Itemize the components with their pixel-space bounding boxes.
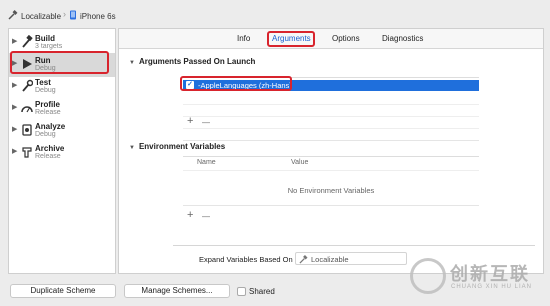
add-env-button[interactable]: + [187, 209, 193, 221]
arguments-list: ✓ -AppleLanguages (zh-Hans) [183, 77, 479, 141]
sidebar-item-sublabel: Release [35, 109, 61, 116]
list-row-divider [183, 104, 479, 105]
divider [173, 245, 535, 246]
argument-row[interactable]: ✓ -AppleLanguages (zh-Hans) [183, 80, 479, 91]
env-section-header[interactable]: ▼ Environment Variables [129, 142, 225, 151]
tab-arguments[interactable]: Arguments [272, 34, 311, 43]
breadcrumb-device-label: iPhone 6s [80, 11, 116, 21]
expand-variables-label: Expand Variables Based On [199, 255, 293, 264]
env-variables-table: Name Value No Environment Variables [183, 156, 479, 206]
sidebar-item-analyze[interactable]: ▶ Analyze Debug [9, 119, 115, 143]
add-argument-button[interactable]: + [187, 115, 193, 127]
remove-argument-button[interactable]: — [202, 118, 210, 127]
analyze-icon [21, 123, 33, 137]
breadcrumb-project-label: Localizable [21, 11, 62, 21]
disclosure-triangle-icon[interactable]: ▶ [12, 81, 17, 89]
argument-checkbox[interactable]: ✓ [186, 81, 194, 89]
sidebar-item-run[interactable]: ▶ Run Debug [9, 53, 115, 77]
sidebar-item-label: Analyze [35, 122, 66, 131]
sidebar-item-sublabel: 3 targets [35, 43, 63, 50]
scheme-editor-panel: Info Arguments Options Diagnostics ▼ Argu… [118, 28, 544, 274]
sidebar-item-profile[interactable]: ▶ Profile Release [9, 97, 115, 121]
sidebar-item-label: Run [35, 56, 51, 65]
tab-options[interactable]: Options [332, 34, 360, 43]
play-icon [21, 57, 33, 71]
disclosure-triangle-down-icon[interactable]: ▼ [129, 145, 135, 151]
breadcrumb-device[interactable]: iPhone 6s [69, 10, 116, 22]
title-bar: Localizable › iPhone 6s [0, 0, 550, 28]
env-column-name[interactable]: Name [197, 159, 216, 166]
expand-variables-value: Localizable [311, 255, 349, 264]
sidebar-item-label: Test [35, 78, 51, 87]
env-section-title: Environment Variables [138, 142, 226, 151]
env-empty-message: No Environment Variables [287, 186, 375, 195]
disclosure-triangle-icon[interactable]: ▶ [12, 147, 17, 155]
watermark-subtext: CHUANG XIN HU LIAN [451, 284, 533, 290]
hammer-icon [8, 10, 18, 22]
sidebar-item-sublabel: Debug [35, 65, 56, 72]
arguments-section-header[interactable]: ▼ Arguments Passed On Launch [129, 57, 255, 66]
shared-label: Shared [249, 287, 275, 296]
wrench-icon [21, 79, 34, 93]
breadcrumb-project[interactable]: Localizable [8, 10, 61, 22]
list-row-divider [183, 170, 479, 171]
scheme-action-list: ▶ Build 3 targets ▶ Run Debug ▶ Test Deb… [8, 28, 116, 274]
tab-info[interactable]: Info [237, 34, 250, 43]
manage-schemes-button[interactable]: Manage Schemes... [124, 284, 230, 298]
hammer-icon [21, 34, 33, 49]
sidebar-item-label: Build [35, 34, 55, 43]
tab-bar: Info Arguments Options Diagnostics [119, 29, 543, 49]
sidebar-item-test[interactable]: ▶ Test Debug [9, 75, 115, 99]
disclosure-triangle-icon[interactable]: ▶ [12, 125, 17, 133]
sidebar-item-archive[interactable]: ▶ Archive Release [9, 141, 115, 165]
hammer-icon [299, 255, 308, 266]
watermark: 创新互联 CHUANG XIN HU LIAN [408, 256, 550, 302]
disclosure-triangle-icon[interactable]: ▶ [12, 103, 17, 111]
sidebar-item-sublabel: Debug [35, 131, 56, 138]
arguments-section-title: Arguments Passed On Launch [138, 57, 256, 66]
disclosure-triangle-down-icon[interactable]: ▼ [129, 60, 135, 66]
iphone-icon [69, 10, 77, 22]
env-column-value[interactable]: Value [291, 159, 308, 166]
archive-icon [21, 145, 33, 159]
sidebar-item-label: Archive [35, 144, 65, 153]
tab-diagnostics[interactable]: Diagnostics [382, 34, 423, 43]
watermark-text: 创新互联 [450, 264, 530, 284]
list-row-divider [183, 128, 479, 129]
expand-variables-popup[interactable]: Localizable [295, 252, 407, 265]
sidebar-item-sublabel: Release [35, 153, 61, 160]
disclosure-triangle-icon[interactable]: ▶ [12, 37, 17, 45]
sidebar-item-build[interactable]: ▶ Build 3 targets [9, 31, 115, 55]
argument-text[interactable]: -AppleLanguages (zh-Hans) [198, 81, 292, 90]
sidebar-item-sublabel: Debug [35, 87, 56, 94]
chevron-right-icon: › [63, 9, 66, 19]
duplicate-scheme-button[interactable]: Duplicate Scheme [10, 284, 116, 298]
sidebar-item-label: Profile [35, 100, 60, 109]
list-row-divider [183, 116, 479, 117]
remove-env-button[interactable]: — [202, 212, 210, 221]
disclosure-triangle-icon[interactable]: ▶ [12, 59, 17, 67]
gauge-icon [21, 101, 33, 115]
shared-checkbox[interactable] [237, 287, 246, 296]
watermark-logo-icon [410, 258, 446, 294]
